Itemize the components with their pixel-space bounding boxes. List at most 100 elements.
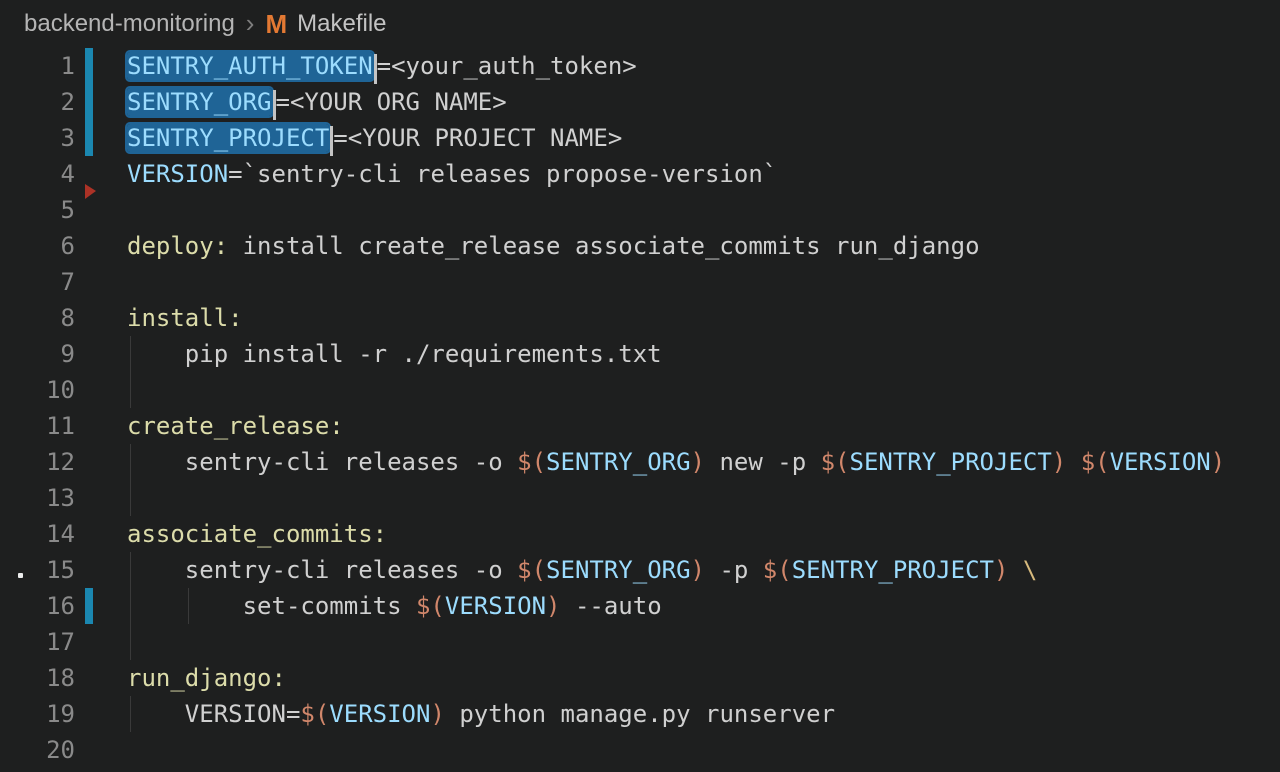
code-line[interactable]: 2 SENTRY_ORG=<YOUR ORG NAME> bbox=[0, 84, 1280, 120]
code-text[interactable] bbox=[127, 372, 1280, 408]
line-number[interactable]: 17 bbox=[0, 624, 75, 660]
code-line[interactable]: 12 sentry-cli releases -o $(SENTRY_ORG) … bbox=[0, 444, 1280, 480]
gutter[interactable] bbox=[75, 588, 127, 624]
code-line[interactable]: 18 run_django: bbox=[0, 660, 1280, 696]
line-number[interactable]: 7 bbox=[0, 264, 75, 300]
code-text[interactable]: VERSION=`sentry-cli releases propose-ver… bbox=[127, 156, 1280, 192]
line-number[interactable]: 12 bbox=[0, 444, 75, 480]
code-text[interactable]: VERSION=$(VERSION) python manage.py runs… bbox=[127, 696, 1280, 732]
code-line[interactable]: 20 bbox=[0, 732, 1280, 768]
gutter[interactable] bbox=[75, 696, 127, 732]
code-token: install: bbox=[127, 304, 243, 332]
code-text[interactable]: SENTRY_PROJECT=<YOUR PROJECT NAME> bbox=[127, 120, 1280, 156]
gutter[interactable] bbox=[75, 624, 127, 660]
line-number[interactable]: 4 bbox=[0, 156, 75, 192]
breadcrumb-file[interactable]: Makefile bbox=[297, 10, 386, 38]
code-line[interactable]: 14 associate_commits: bbox=[0, 516, 1280, 552]
line-number[interactable]: 3 bbox=[0, 120, 75, 156]
code-line[interactable]: 5 bbox=[0, 192, 1280, 228]
gutter[interactable] bbox=[75, 516, 127, 552]
gutter[interactable] bbox=[75, 48, 127, 84]
line-number[interactable]: 1 bbox=[0, 48, 75, 84]
code-line[interactable]: 16 set-commits $(VERSION) --auto bbox=[0, 588, 1280, 624]
gutter[interactable] bbox=[75, 408, 127, 444]
code-line[interactable]: 7 bbox=[0, 264, 1280, 300]
code-text[interactable]: pip install -r ./requirements.txt bbox=[127, 336, 1280, 372]
code-line[interactable]: 4 VERSION=`sentry-cli releases propose-ve… bbox=[0, 156, 1280, 192]
code-text[interactable]: associate_commits: bbox=[127, 516, 1280, 552]
code-token: ) bbox=[1211, 448, 1225, 476]
code-line[interactable]: 11 create_release: bbox=[0, 408, 1280, 444]
code-line[interactable]: 1 SENTRY_AUTH_TOKEN=<your_auth_token> bbox=[0, 48, 1280, 84]
code-text[interactable] bbox=[127, 624, 1280, 660]
line-number[interactable]: 18 bbox=[0, 660, 75, 696]
code-token: $( bbox=[517, 556, 546, 584]
gutter[interactable] bbox=[75, 84, 127, 120]
gutter[interactable] bbox=[75, 552, 127, 588]
code-token: VERSION bbox=[127, 160, 228, 188]
code-token: $( bbox=[763, 556, 792, 584]
git-modified-indicator bbox=[85, 120, 93, 156]
line-number[interactable]: 14 bbox=[0, 516, 75, 552]
code-text[interactable]: SENTRY_AUTH_TOKEN=<your_auth_token> bbox=[127, 48, 1280, 84]
code-text[interactable]: set-commits $(VERSION) --auto bbox=[127, 588, 1280, 624]
code-line[interactable]: 15 sentry-cli releases -o $(SENTRY_ORG) … bbox=[0, 552, 1280, 588]
line-number[interactable]: 10 bbox=[0, 372, 75, 408]
code-lines[interactable]: 1 SENTRY_AUTH_TOKEN=<your_auth_token> 2 SEN… bbox=[0, 48, 1280, 768]
line-number[interactable]: 19 bbox=[0, 696, 75, 732]
code-text[interactable] bbox=[127, 264, 1280, 300]
code-text[interactable] bbox=[127, 480, 1280, 516]
line-number[interactable]: 15 bbox=[0, 552, 75, 588]
line-number[interactable]: 20 bbox=[0, 732, 75, 768]
code-text[interactable]: create_release: bbox=[127, 408, 1280, 444]
code-token: SENTRY_ORG bbox=[546, 556, 691, 584]
code-text[interactable]: sentry-cli releases -o $(SENTRY_ORG) new… bbox=[127, 444, 1280, 480]
line-number[interactable]: 11 bbox=[0, 408, 75, 444]
code-token: SENTRY_PROJECT bbox=[850, 448, 1052, 476]
line-number[interactable]: 6 bbox=[0, 228, 75, 264]
gutter[interactable] bbox=[75, 264, 127, 300]
line-number[interactable]: 2 bbox=[0, 84, 75, 120]
gutter[interactable] bbox=[75, 300, 127, 336]
code-text[interactable] bbox=[127, 192, 1280, 228]
code-line[interactable]: 6 deploy: install create_release associat… bbox=[0, 228, 1280, 264]
code-line[interactable]: 3 SENTRY_PROJECT=<YOUR PROJECT NAME> bbox=[0, 120, 1280, 156]
gutter[interactable] bbox=[75, 336, 127, 372]
gutter[interactable] bbox=[75, 192, 127, 228]
code-token: $( bbox=[416, 592, 445, 620]
code-text[interactable]: SENTRY_ORG=<YOUR ORG NAME> bbox=[127, 84, 1280, 120]
gutter[interactable] bbox=[75, 372, 127, 408]
code-token bbox=[1008, 556, 1022, 584]
code-text[interactable]: deploy: install create_release associate… bbox=[127, 228, 1280, 264]
gutter[interactable] bbox=[75, 732, 127, 768]
line-number[interactable]: 5 bbox=[0, 192, 75, 228]
breadcrumb-folder[interactable]: backend-monitoring bbox=[24, 10, 235, 38]
gutter[interactable] bbox=[75, 660, 127, 696]
selected-token: SENTRY_AUTH_TOKEN bbox=[127, 52, 373, 80]
code-token: pip install -r ./requirements.txt bbox=[127, 340, 662, 368]
code-line[interactable]: 9 pip install -r ./requirements.txt bbox=[0, 336, 1280, 372]
breadcrumb: backend-monitoring › M Makefile bbox=[0, 0, 1280, 48]
gutter[interactable] bbox=[75, 444, 127, 480]
code-token: ) bbox=[546, 592, 560, 620]
line-number[interactable]: 16 bbox=[0, 588, 75, 624]
code-text[interactable] bbox=[127, 732, 1280, 768]
code-text[interactable]: sentry-cli releases -o $(SENTRY_ORG) -p … bbox=[127, 552, 1280, 588]
gutter[interactable] bbox=[75, 156, 127, 192]
chevron-right-icon: › bbox=[246, 10, 255, 36]
code-line[interactable]: 10 bbox=[0, 372, 1280, 408]
code-token: =<YOUR ORG NAME> bbox=[276, 88, 507, 116]
gutter[interactable] bbox=[75, 228, 127, 264]
code-line[interactable]: 19 VERSION=$(VERSION) python manage.py r… bbox=[0, 696, 1280, 732]
line-number[interactable]: 13 bbox=[0, 480, 75, 516]
code-token: associate_commits: bbox=[127, 520, 387, 548]
code-line[interactable]: 17 bbox=[0, 624, 1280, 660]
code-line[interactable]: 13 bbox=[0, 480, 1280, 516]
code-text[interactable]: install: bbox=[127, 300, 1280, 336]
line-number[interactable]: 8 bbox=[0, 300, 75, 336]
code-line[interactable]: 8 install: bbox=[0, 300, 1280, 336]
code-text[interactable]: run_django: bbox=[127, 660, 1280, 696]
gutter[interactable] bbox=[75, 480, 127, 516]
line-number[interactable]: 9 bbox=[0, 336, 75, 372]
gutter[interactable] bbox=[75, 120, 127, 156]
